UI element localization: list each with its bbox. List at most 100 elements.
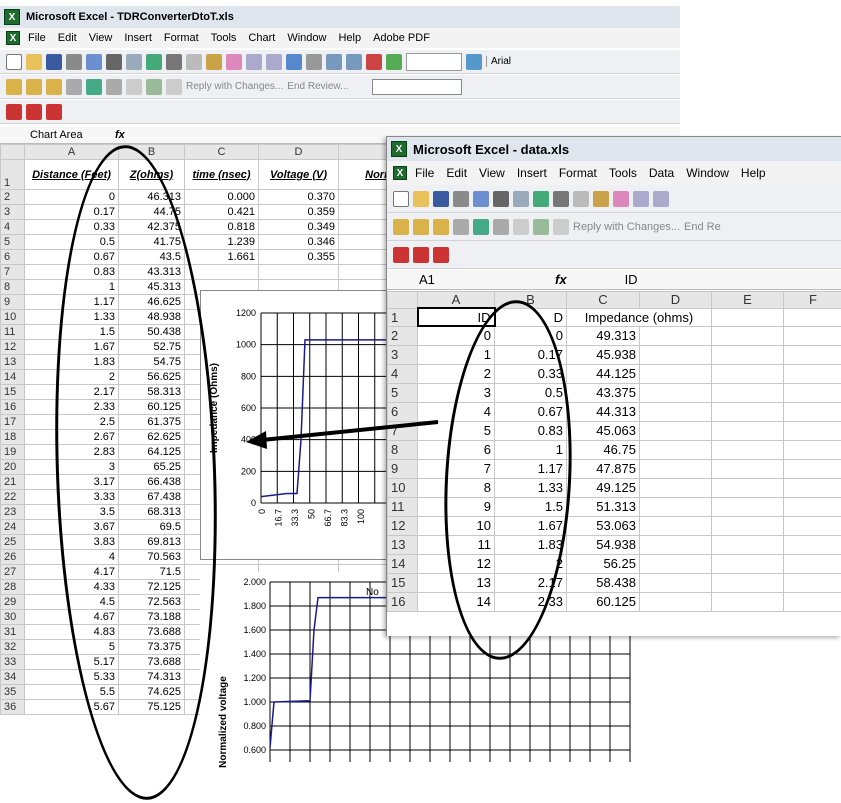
- row-header[interactable]: 4: [387, 363, 418, 384]
- cell[interactable]: [711, 439, 784, 460]
- col-header[interactable]: C: [566, 291, 640, 309]
- print-preview-icon[interactable]: [126, 53, 142, 70]
- cell[interactable]: [639, 553, 712, 574]
- review-icon-4[interactable]: [66, 78, 82, 95]
- impedance-chart[interactable]: 1200 1000 800 600 400 200 0 0 16.7 33.3 50 66.7 83.3…: [200, 290, 400, 560]
- new-icon[interactable]: [393, 190, 409, 207]
- chart-wizard-icon[interactable]: [366, 53, 382, 70]
- review-icon-8[interactable]: [533, 218, 549, 235]
- cell[interactable]: [711, 572, 784, 593]
- cell-voltage[interactable]: 0.370: [258, 189, 339, 205]
- format-painter-icon[interactable]: [226, 53, 242, 70]
- cell[interactable]: [639, 439, 712, 460]
- format-painter-icon[interactable]: [613, 190, 629, 207]
- paste-icon[interactable]: [593, 190, 609, 207]
- menu-tools[interactable]: Tools: [609, 166, 637, 180]
- row-header[interactable]: 9: [387, 458, 418, 479]
- menu-file[interactable]: File: [28, 32, 46, 44]
- line-style-box[interactable]: [372, 78, 463, 95]
- pdf-icon-2[interactable]: [26, 103, 42, 120]
- col-header[interactable]: E: [711, 291, 784, 309]
- cell[interactable]: [711, 534, 784, 555]
- cell-time[interactable]: 0.818: [184, 219, 259, 235]
- doc-icon[interactable]: X: [6, 31, 20, 45]
- spelling-icon[interactable]: [146, 53, 162, 70]
- cell-voltage[interactable]: [258, 264, 339, 280]
- sort-ascending-icon[interactable]: [326, 53, 342, 70]
- row-header[interactable]: 28: [0, 579, 25, 595]
- cell[interactable]: [711, 344, 784, 365]
- cell-impedance[interactable]: 44.125: [566, 363, 640, 384]
- new-icon[interactable]: [6, 53, 22, 70]
- cut-icon[interactable]: [553, 190, 569, 207]
- menu-format[interactable]: Format: [164, 32, 199, 44]
- row-header[interactable]: 4: [0, 219, 25, 235]
- pdf-icon-3[interactable]: [46, 103, 62, 120]
- cell[interactable]: [783, 553, 841, 574]
- menu-edit[interactable]: Edit: [58, 32, 77, 44]
- row-header[interactable]: 2: [387, 325, 418, 346]
- cell[interactable]: [711, 307, 784, 327]
- print-icon[interactable]: [493, 190, 509, 207]
- end-review[interactable]: End Re: [684, 221, 721, 233]
- row-header[interactable]: 21: [0, 474, 25, 490]
- cell[interactable]: [783, 496, 841, 517]
- cell[interactable]: [639, 344, 712, 365]
- row-header[interactable]: 15: [0, 384, 25, 400]
- print-icon[interactable]: [106, 53, 122, 70]
- cell-impedance[interactable]: 49.125: [566, 477, 640, 498]
- row-header[interactable]: 17: [0, 414, 25, 430]
- cell[interactable]: [639, 591, 712, 612]
- cell[interactable]: [639, 458, 712, 479]
- row-header[interactable]: 10: [0, 309, 25, 325]
- row-header[interactable]: 6: [387, 401, 418, 422]
- row-header[interactable]: 24: [0, 519, 25, 535]
- menu-window[interactable]: Window: [686, 166, 729, 180]
- cell[interactable]: [639, 325, 712, 346]
- email-icon[interactable]: [86, 53, 102, 70]
- cell[interactable]: [783, 591, 841, 612]
- col-header[interactable]: A: [417, 291, 495, 309]
- cell-impedance[interactable]: 51.313: [566, 496, 640, 517]
- pdf-icon-2[interactable]: [413, 246, 429, 263]
- cell-time[interactable]: 0.421: [184, 204, 259, 220]
- review-icon-5[interactable]: [473, 218, 489, 235]
- row-header[interactable]: 7: [387, 420, 418, 441]
- cell-impedance[interactable]: 45.063: [566, 420, 640, 441]
- cell[interactable]: [783, 515, 841, 536]
- menu-insert[interactable]: Insert: [124, 32, 152, 44]
- review-icon-3[interactable]: [433, 218, 449, 235]
- cell-impedance-header[interactable]: Impedance (ohms): [566, 307, 712, 327]
- row-header[interactable]: 1: [0, 159, 25, 190]
- cell[interactable]: [711, 515, 784, 536]
- row-header[interactable]: 6: [0, 249, 25, 265]
- drawing-icon[interactable]: [386, 53, 402, 70]
- open-icon[interactable]: [26, 53, 42, 70]
- row-header[interactable]: 25: [0, 534, 25, 550]
- menu-view[interactable]: View: [89, 32, 113, 44]
- select-all-corner[interactable]: [387, 291, 418, 309]
- zoom-dropdown[interactable]: [406, 52, 462, 71]
- formula-input[interactable]: ID: [625, 272, 638, 287]
- review-icon-4[interactable]: [453, 218, 469, 235]
- sort-descending-icon[interactable]: [346, 53, 362, 70]
- reply-with-changes[interactable]: Reply with Changes...: [186, 81, 283, 92]
- cell-impedance[interactable]: 44.313: [566, 401, 640, 422]
- row-header[interactable]: 36: [0, 699, 25, 715]
- row-header[interactable]: 5: [387, 382, 418, 403]
- name-box[interactable]: A1: [387, 272, 497, 287]
- cell-impedance[interactable]: 54.938: [566, 534, 640, 555]
- cell[interactable]: [783, 534, 841, 555]
- row-header[interactable]: 10: [387, 477, 418, 498]
- end-review[interactable]: End Review...: [287, 81, 348, 92]
- cell[interactable]: [639, 477, 712, 498]
- row-header[interactable]: 26: [0, 549, 25, 565]
- review-icon-1[interactable]: [393, 218, 409, 235]
- save-icon[interactable]: [46, 53, 62, 70]
- row-header[interactable]: 16: [387, 591, 418, 612]
- row-header[interactable]: 14: [0, 369, 25, 385]
- row-header[interactable]: 1: [387, 307, 418, 327]
- cell-impedance[interactable]: 47.875: [566, 458, 640, 479]
- cell[interactable]: [711, 496, 784, 517]
- pdf-icon-1[interactable]: [6, 103, 22, 120]
